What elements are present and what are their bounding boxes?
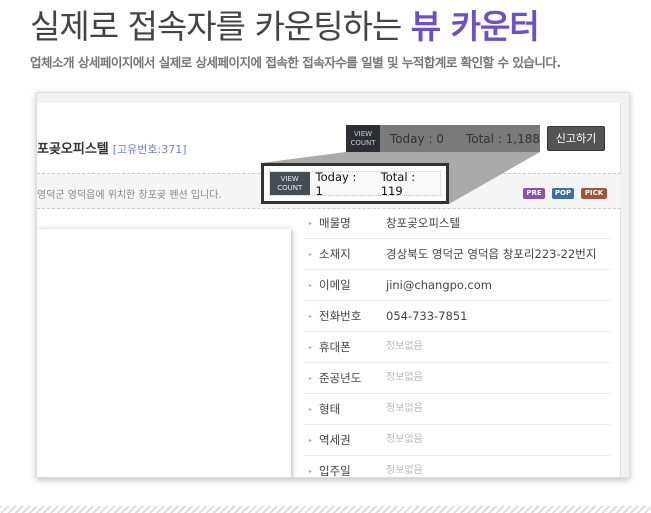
info-key: 소재지 [304,246,386,262]
bottom-divider [0,506,651,513]
screenshot-frame: 포곶오피스텔 [고유번호:371] 영덕군 영덕읍에 위치한 창포곶 펜션 입니다… [36,92,630,478]
view-counter: VIEW COUNT Today : 0 Total : 1,188 [346,125,540,152]
info-key: 형태 [304,401,386,417]
info-key: 준공년도 [304,370,386,386]
info-key: 휴대폰 [304,339,386,355]
info-value: 경상북도 영덕군 영덕읍 창포리223-22번지 [386,247,597,261]
info-key: 이메일 [304,277,386,293]
view-counter-zoomed: VIEW COUNT Today : 1 Total : 119 [261,163,449,204]
title-accent: 뷰 카운터 [410,7,540,46]
info-value: 정보없음 [386,372,423,383]
info-row: 매물명창포곶오피스텔 [304,208,611,239]
page-subtitle: 업체소개 상세페이지에서 실제로 상세페이지에 접속한 접속자수를 일별 및 누… [30,55,561,70]
info-value: 054-733-7851 [386,309,468,323]
info-value: 정보없음 [386,403,423,414]
info-value: 정보없음 [386,341,423,352]
today-count: Today : 0 [389,131,444,146]
total-count-zoomed: Total : 119 [380,169,416,198]
report-button[interactable]: 신고하기 [547,126,605,151]
view-count-label: VIEW COUNT [346,125,380,152]
view-count-label: VIEW COUNT [270,172,310,195]
info-row: 이메일jini@changpo.com [304,270,611,301]
info-key: 전화번호 [304,308,386,324]
info-value: 창포곶오피스텔 [386,216,461,230]
info-row: 역세권정보없음 [304,425,611,456]
info-value: 정보없음 [386,434,423,445]
info-row: 전화번호054-733-7851 [304,301,611,332]
info-row: 입주일정보없음 [304,456,611,477]
image-area [37,229,291,477]
info-value: jini@changpo.com [386,278,492,292]
info-row: 형태정보없음 [304,394,611,425]
info-row: 소재지경상북도 영덕군 영덕읍 창포리223-22번지 [304,239,611,270]
info-key: 매물명 [304,215,386,231]
info-value: 정보없음 [386,465,423,476]
total-count: Total : 1,188 [465,131,540,146]
listing-panel: 포곶오피스텔 [고유번호:371] 영덕군 영덕읍에 위치한 창포곶 펜션 입니다… [37,103,621,477]
info-key: 역세권 [304,432,386,448]
info-row: 휴대폰정보없음 [304,332,611,363]
info-table: 매물명창포곶오피스텔소재지경상북도 영덕군 영덕읍 창포리223-22번지이메일… [304,208,611,477]
today-count-zoomed: Today : 1 [315,169,357,198]
info-row: 준공년도정보없음 [304,363,611,394]
page-title: 실제로 접속자를 카운팅하는 뷰 카운터 [30,7,540,46]
info-key: 입주일 [304,463,386,477]
